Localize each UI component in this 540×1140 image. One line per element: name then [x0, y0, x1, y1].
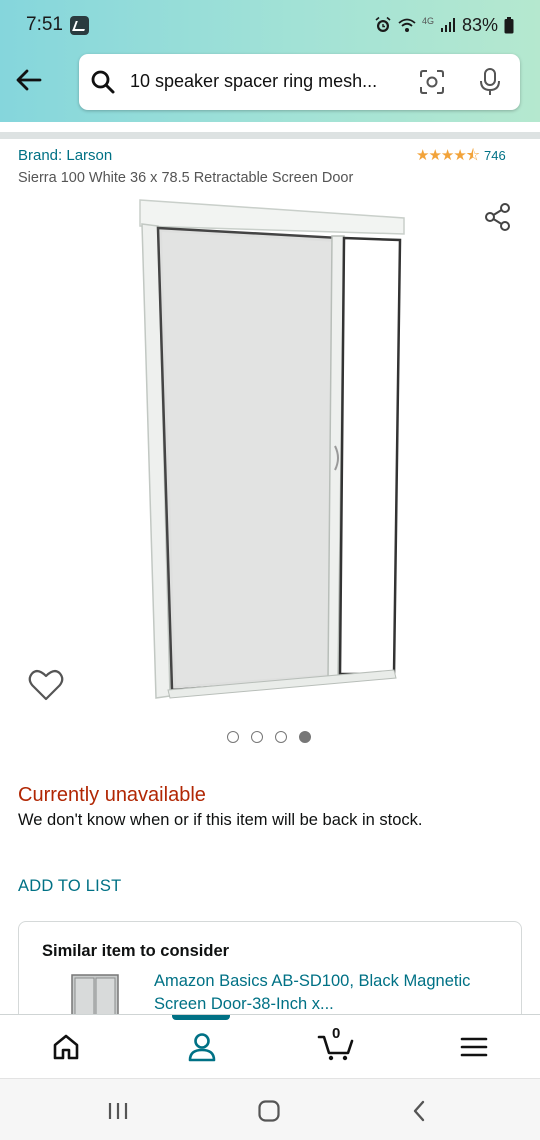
wifi-icon [398, 18, 416, 32]
alarm-icon [375, 16, 391, 32]
recent-apps-icon[interactable] [104, 1097, 132, 1125]
product-image[interactable] [132, 196, 408, 706]
carousel-dot[interactable] [251, 731, 263, 743]
active-tab-indicator [172, 1015, 230, 1020]
camera-search-icon[interactable] [419, 69, 445, 95]
similar-item-heading: Similar item to consider [42, 942, 230, 960]
home-icon [53, 1034, 79, 1060]
wishlist-button[interactable] [28, 668, 64, 702]
section-divider [0, 132, 540, 139]
share-button[interactable] [481, 200, 515, 234]
search-input[interactable]: 10 speaker spacer ring mesh... [130, 71, 398, 92]
battery-percent: 83% [461, 14, 498, 35]
rating[interactable]: ★ ★ ★ ★ ⯪ 746 [416, 148, 506, 163]
status-right: 4G 83% [374, 14, 514, 36]
cart-count: 0 [332, 1025, 341, 1042]
bottom-nav: 0 [0, 1014, 540, 1078]
system-back-icon[interactable] [406, 1097, 434, 1125]
rating-count[interactable]: 746 [484, 148, 506, 163]
carousel-dot[interactable] [275, 731, 287, 743]
carousel-dot[interactable] [227, 731, 239, 743]
network-type: 4G [421, 16, 434, 26]
search-icon [91, 70, 115, 94]
availability-status: Currently unavailable [18, 784, 206, 806]
nav-home[interactable] [46, 1029, 86, 1065]
notification-app-icon [70, 16, 89, 35]
add-to-list-button[interactable]: ADD TO LIST [18, 877, 121, 896]
heart-icon [28, 669, 64, 701]
availability-detail: We don't know when or if this item will … [18, 811, 423, 829]
signal-icon [440, 18, 455, 32]
system-nav-bar [0, 1078, 540, 1140]
share-icon [485, 203, 510, 231]
product-title: Sierra 100 White 36 x 78.5 Retractable S… [18, 170, 354, 186]
microphone-icon[interactable] [479, 67, 501, 97]
back-button[interactable] [12, 62, 48, 98]
status-bar: 7:51 4G 83% [0, 0, 540, 50]
status-time: 7:51 [26, 14, 63, 35]
nav-cart[interactable]: 0 [316, 1025, 356, 1065]
account-icon [188, 1033, 216, 1062]
search-row: 10 speaker spacer ring mesh... [0, 52, 540, 112]
home-button-icon[interactable] [255, 1097, 283, 1125]
image-carousel-dots [227, 731, 311, 743]
nav-menu[interactable] [454, 1029, 494, 1065]
nav-account[interactable] [182, 1029, 222, 1065]
back-arrow-icon [16, 69, 42, 91]
similar-item-link[interactable]: Amazon Basics AB-SD100, Black Magnetic S… [154, 970, 504, 1016]
battery-icon [504, 16, 514, 33]
star-rating-icon: ★ ★ ★ ★ ⯪ [416, 147, 480, 164]
brand-link[interactable]: Brand: Larson [18, 147, 112, 164]
menu-icon [460, 1037, 488, 1057]
search-box[interactable]: 10 speaker spacer ring mesh... [79, 54, 520, 110]
carousel-dot-active[interactable] [299, 731, 311, 743]
